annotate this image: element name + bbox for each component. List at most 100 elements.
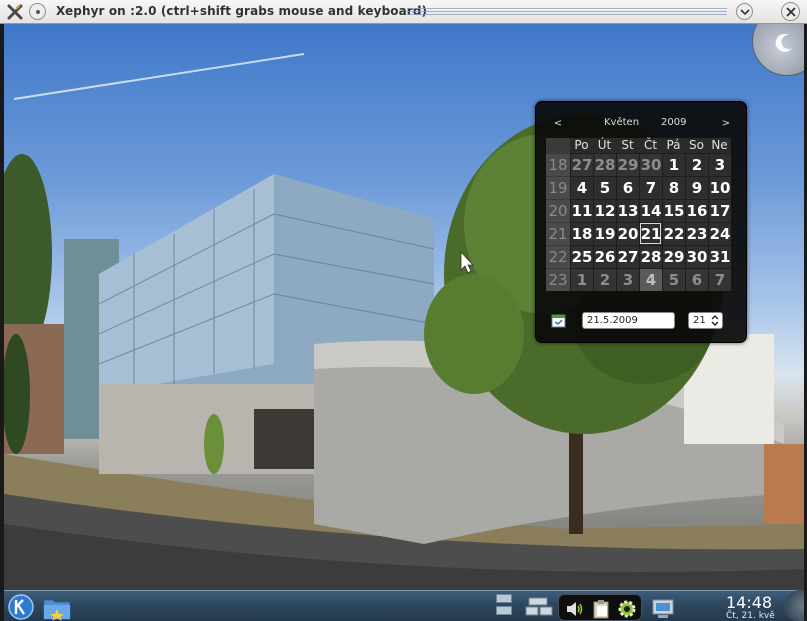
week-number: 21 xyxy=(546,222,570,245)
titlebar-decoration xyxy=(407,8,727,16)
network-icon[interactable] xyxy=(650,594,676,620)
calendar-day[interactable]: 25 xyxy=(570,245,593,268)
close-button[interactable] xyxy=(781,2,800,21)
calendar-day-today[interactable]: 21 xyxy=(639,222,662,245)
calendar-day[interactable]: 14 xyxy=(639,199,662,222)
weekday-header: Ne xyxy=(708,138,731,153)
panel-toolbox-button[interactable] xyxy=(784,590,804,621)
week-number-spinbox[interactable]: 21 xyxy=(688,312,723,329)
weekday-header: Po xyxy=(570,138,593,153)
calendar-day[interactable]: 4 xyxy=(639,268,662,291)
calendar-day[interactable]: 27 xyxy=(616,245,639,268)
week-number: 23 xyxy=(546,268,570,291)
calendar-week-row: 20 11 12 13 14 15 16 17 xyxy=(546,199,732,222)
calendar-day[interactable]: 19 xyxy=(593,222,616,245)
calendar-day[interactable]: 28 xyxy=(593,153,616,176)
weekday-header-row: Po Út St Čt Pá So Ne xyxy=(546,138,732,153)
week-number: 19 xyxy=(546,176,570,199)
weekday-header: Pá xyxy=(662,138,685,153)
calendar-day[interactable]: 15 xyxy=(662,199,685,222)
desktop-1[interactable] xyxy=(496,594,512,603)
calendar-week-row: 21 18 19 20 21 22 23 24 xyxy=(546,222,732,245)
calendar-day[interactable]: 27 xyxy=(570,153,593,176)
calendar-week-row: 19 4 5 6 7 8 9 10 xyxy=(546,176,732,199)
calendar-week-row: 23 1 2 3 4 5 6 7 xyxy=(546,268,732,291)
window-title: Xephyr on :2.0 (ctrl+shift grabs mouse a… xyxy=(56,4,428,18)
window-menu-button[interactable] xyxy=(29,3,46,20)
weekday-header: So xyxy=(685,138,708,153)
week-number-value: 21 xyxy=(693,315,706,326)
calendar-day[interactable]: 6 xyxy=(616,176,639,199)
calendar-day[interactable]: 12 xyxy=(593,199,616,222)
calendar-day[interactable]: 28 xyxy=(639,245,662,268)
weekday-header: Čt xyxy=(639,138,662,153)
calendar-day[interactable]: 29 xyxy=(662,245,685,268)
settings-icon[interactable] xyxy=(616,598,638,620)
calendar-day[interactable]: 5 xyxy=(593,176,616,199)
window-titlebar[interactable]: Xephyr on :2.0 (ctrl+shift grabs mouse a… xyxy=(0,0,807,24)
cashew-icon xyxy=(775,33,792,52)
kde-panel: 14:48 Čt, 21. kvě xyxy=(4,590,804,621)
next-month-button[interactable]: > xyxy=(719,118,733,129)
calendar-day[interactable]: 20 xyxy=(616,222,639,245)
calendar-day[interactable]: 2 xyxy=(593,268,616,291)
date-input[interactable]: 21.5.2009 xyxy=(582,312,675,329)
calendar-day[interactable]: 3 xyxy=(616,268,639,291)
calendar-day[interactable]: 5 xyxy=(662,268,685,291)
week-number-header xyxy=(546,138,570,153)
calendar-day[interactable]: 7 xyxy=(639,176,662,199)
calendar-popup[interactable]: < Květen 2009 > Po Út St Čt Pá So Ne 18 2… xyxy=(535,101,747,343)
calendar-day[interactable]: 24 xyxy=(708,222,731,245)
calendar-day[interactable]: 13 xyxy=(616,199,639,222)
clock-date[interactable]: Čt, 21. kvě xyxy=(726,611,775,621)
calendar-day[interactable]: 1 xyxy=(662,153,685,176)
calendar-day[interactable]: 4 xyxy=(570,176,593,199)
clipboard-icon[interactable] xyxy=(590,598,612,620)
volume-icon[interactable] xyxy=(564,598,586,620)
week-number: 22 xyxy=(546,245,570,268)
calendar-day[interactable]: 29 xyxy=(616,153,639,176)
clock-time[interactable]: 14:48 xyxy=(726,593,772,612)
spin-arrows-icon[interactable] xyxy=(710,313,720,328)
calendar-day[interactable]: 11 xyxy=(570,199,593,222)
taskmanager-icon[interactable] xyxy=(525,597,553,617)
calendar-day[interactable]: 22 xyxy=(662,222,685,245)
weekday-header: Út xyxy=(593,138,616,153)
calendar-day[interactable]: 9 xyxy=(685,176,708,199)
system-tray xyxy=(558,594,642,621)
calendar-day[interactable]: 31 xyxy=(708,245,731,268)
calendar-day[interactable]: 18 xyxy=(570,222,593,245)
calendar-day[interactable]: 3 xyxy=(708,153,731,176)
close-icon xyxy=(785,6,796,17)
calendar-day[interactable]: 6 xyxy=(685,268,708,291)
calendar-day[interactable]: 23 xyxy=(685,222,708,245)
calendar-week-row: 22 25 26 27 28 29 30 31 xyxy=(546,245,732,268)
month-label[interactable]: Květen xyxy=(604,117,639,128)
week-number: 18 xyxy=(546,153,570,176)
today-button[interactable] xyxy=(551,313,566,328)
folder-icon[interactable] xyxy=(42,594,72,621)
calendar-day[interactable]: 30 xyxy=(685,245,708,268)
calendar-day[interactable]: 1 xyxy=(570,268,593,291)
calendar-day[interactable]: 30 xyxy=(639,153,662,176)
weekday-header: St xyxy=(616,138,639,153)
pager-icon[interactable] xyxy=(496,594,512,618)
calendar-today-icon xyxy=(551,314,566,328)
calendar-day[interactable]: 26 xyxy=(593,245,616,268)
calendar-grid: Po Út St Čt Pá So Ne 18 27 28 29 30 1 2 3 19 4 5 6 7… xyxy=(546,138,732,291)
calendar-day[interactable]: 2 xyxy=(685,153,708,176)
calendar-day[interactable]: 17 xyxy=(708,199,731,222)
calendar-day[interactable]: 16 xyxy=(685,199,708,222)
calendar-day[interactable]: 8 xyxy=(662,176,685,199)
calendar-day[interactable]: 10 xyxy=(708,176,731,199)
shade-button[interactable] xyxy=(736,3,753,20)
calendar-week-row: 18 27 28 29 30 1 2 3 xyxy=(546,153,732,176)
desktop-2[interactable] xyxy=(496,606,512,615)
calendar-day[interactable]: 7 xyxy=(708,268,731,291)
previous-month-button[interactable]: < xyxy=(551,118,565,129)
chevron-down-icon xyxy=(739,8,750,15)
week-number: 20 xyxy=(546,199,570,222)
year-label[interactable]: 2009 xyxy=(661,117,686,128)
xephyr-app-icon[interactable] xyxy=(6,3,24,21)
kde-menu-icon[interactable] xyxy=(7,593,35,621)
